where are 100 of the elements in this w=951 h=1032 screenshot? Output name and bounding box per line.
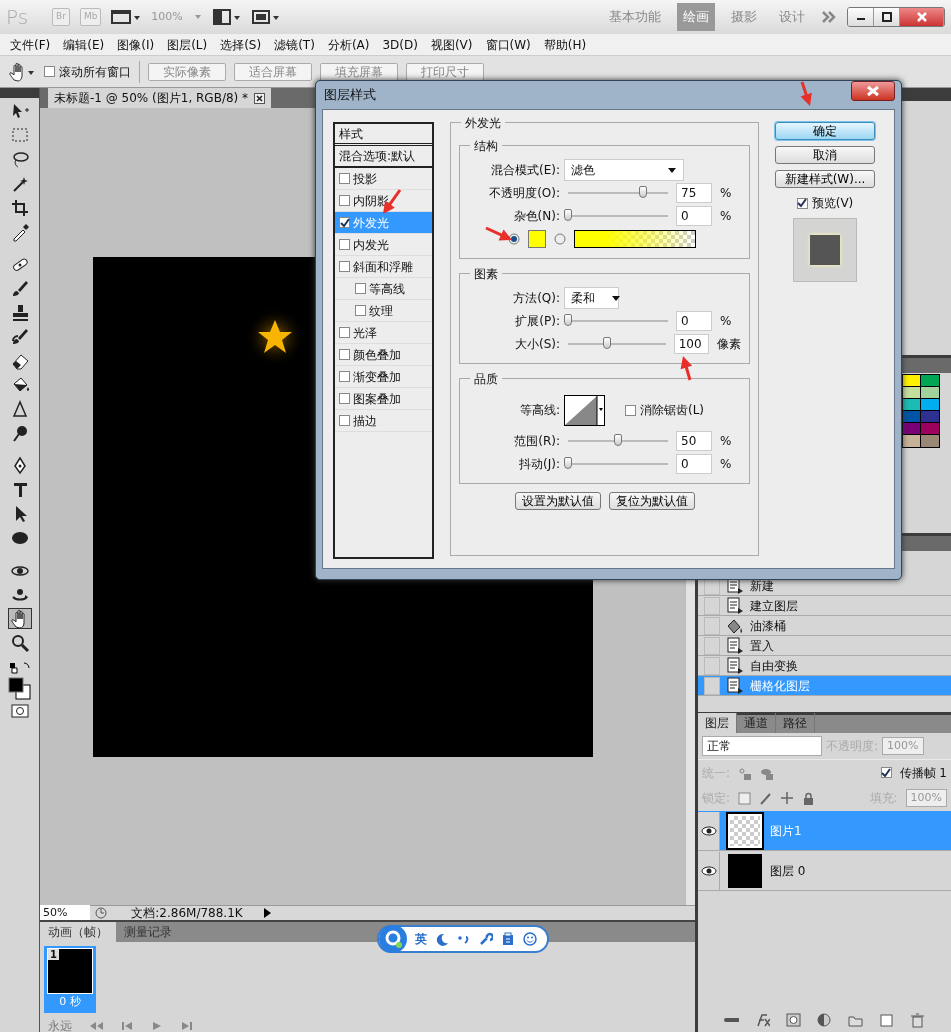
style-list-item[interactable]: 图案叠加 <box>335 388 432 410</box>
menu-item[interactable]: 窗口(W) <box>485 35 531 54</box>
panel-tab[interactable]: 路径 <box>776 713 815 733</box>
swap-colors-icon[interactable] <box>8 662 31 674</box>
lock-icon[interactable] <box>802 791 816 805</box>
checkbox[interactable] <box>339 349 350 360</box>
maximize-button[interactable] <box>874 8 900 26</box>
color-swatch[interactable] <box>528 229 546 248</box>
new-layer-icon[interactable] <box>879 1013 894 1028</box>
menu-item[interactable]: 滤镜(T) <box>274 35 315 54</box>
trash-icon[interactable] <box>910 1013 925 1028</box>
color-swatch[interactable] <box>921 411 939 423</box>
dropdown[interactable]: 滤色 <box>564 158 684 181</box>
checkbox[interactable] <box>339 195 350 206</box>
dialog-button[interactable]: 新建样式(W)... <box>775 170 875 188</box>
menu-item[interactable]: 分析(A) <box>327 35 370 54</box>
color-swatch[interactable] <box>921 435 939 447</box>
style-list-item[interactable]: 等高线 <box>335 278 432 300</box>
style-list-item[interactable]: 内发光 <box>335 234 432 256</box>
crop-icon[interactable] <box>9 197 30 218</box>
style-list-item[interactable]: 描边 <box>335 410 432 432</box>
dialog-button[interactable]: 确定 <box>775 122 875 140</box>
checkbox[interactable] <box>339 217 350 228</box>
slider-thumb[interactable] <box>614 433 622 446</box>
close-icon[interactable] <box>254 92 266 104</box>
menu-item[interactable]: 3D(D) <box>382 35 418 54</box>
close-button[interactable] <box>900 8 944 26</box>
ime-mode[interactable]: 英 <box>415 930 427 948</box>
minimize-button[interactable] <box>848 8 874 26</box>
number-field[interactable]: 75 <box>676 182 712 203</box>
menu-item[interactable]: 编辑(E) <box>63 35 105 54</box>
filmstrip-icon[interactable] <box>111 8 142 26</box>
checkbox[interactable] <box>44 66 55 77</box>
layer-row[interactable]: 图层 0 <box>698 851 951 891</box>
color-swatch[interactable] <box>903 375 921 387</box>
ime-logo-icon[interactable] <box>379 925 407 953</box>
clipboard-icon[interactable] <box>501 932 515 946</box>
eye-icon[interactable] <box>700 864 717 877</box>
color-swatch[interactable] <box>921 375 939 387</box>
gradient-picker[interactable] <box>574 229 696 248</box>
dialog-button[interactable]: 取消 <box>775 146 875 164</box>
checkbox[interactable] <box>339 173 350 184</box>
number-field[interactable]: 100 <box>673 333 709 354</box>
checkbox[interactable] <box>339 415 350 426</box>
animation-frame[interactable]: 1 0 秒 <box>44 946 96 1013</box>
layer-effects-icon[interactable] <box>755 1013 770 1028</box>
default-button[interactable]: 设置为默认值 <box>514 492 601 510</box>
contour-picker[interactable] <box>564 394 605 426</box>
number-field[interactable]: 0 <box>676 205 712 226</box>
slider-thumb[interactable] <box>639 185 647 198</box>
menu-item[interactable]: 图像(I) <box>117 35 155 54</box>
menu-item[interactable]: 选择(S) <box>220 35 262 54</box>
mask-icon[interactable] <box>786 1013 801 1028</box>
clock-icon[interactable] <box>94 906 108 920</box>
number-field[interactable]: 50 <box>676 430 712 451</box>
lock-brush-icon[interactable] <box>759 791 773 805</box>
eye-icon[interactable] <box>700 824 717 837</box>
checkbox[interactable] <box>339 239 350 250</box>
adjustment-icon[interactable] <box>817 1013 832 1028</box>
menu-item[interactable]: 图层(L) <box>167 35 208 54</box>
checkbox[interactable] <box>339 393 350 404</box>
color-swatch[interactable] <box>921 399 939 411</box>
menu-item[interactable]: 文件(F) <box>10 35 51 54</box>
history-item[interactable]: 建立图层 <box>698 596 951 616</box>
double-chevron-icon[interactable] <box>821 9 837 25</box>
wrench-icon[interactable] <box>479 932 493 946</box>
number-field[interactable]: 0 <box>676 310 712 331</box>
menu-item[interactable]: 帮助(H) <box>543 35 587 54</box>
quick-mask-icon[interactable] <box>10 704 29 718</box>
color-swatch[interactable] <box>903 411 921 423</box>
folder-icon[interactable] <box>848 1013 863 1028</box>
checkbox[interactable] <box>355 305 366 316</box>
checkbox[interactable] <box>339 327 350 338</box>
panel-tab[interactable]: 动画（帧） <box>40 922 116 942</box>
panel-tab[interactable]: 测量记录 <box>116 922 180 942</box>
color-swatch[interactable] <box>903 435 921 447</box>
number-field[interactable]: 0 <box>676 453 712 474</box>
style-list-item[interactable]: 纹理 <box>335 300 432 322</box>
radio-button[interactable] <box>554 232 566 245</box>
checkbox[interactable] <box>625 404 636 416</box>
checkbox[interactable] <box>339 261 350 272</box>
color-swatch[interactable] <box>921 387 939 399</box>
panel-tab[interactable]: 通道 <box>737 713 776 733</box>
default-button[interactable]: 复位为默认值 <box>608 492 695 510</box>
dropdown[interactable]: 柔和 <box>564 286 619 309</box>
layout-icon[interactable] <box>212 8 241 26</box>
zoom-icon[interactable] <box>9 632 30 653</box>
checkbox[interactable] <box>796 197 808 209</box>
checkbox[interactable] <box>339 371 350 382</box>
style-list-item[interactable]: 斜面和浮雕 <box>335 256 432 278</box>
style-list-item[interactable]: 混合选项:默认 <box>335 146 432 168</box>
slider-thumb[interactable] <box>564 208 572 221</box>
color-swatch[interactable] <box>903 423 921 435</box>
screen-mode-icon[interactable] <box>250 8 281 26</box>
radio-button[interactable] <box>508 232 520 245</box>
slider-thumb[interactable] <box>564 313 572 326</box>
style-list-item[interactable]: 颜色叠加 <box>335 344 432 366</box>
color-swatch[interactable] <box>903 399 921 411</box>
panel-tab[interactable]: 图层 <box>698 713 737 733</box>
color-swatch[interactable] <box>921 423 939 435</box>
